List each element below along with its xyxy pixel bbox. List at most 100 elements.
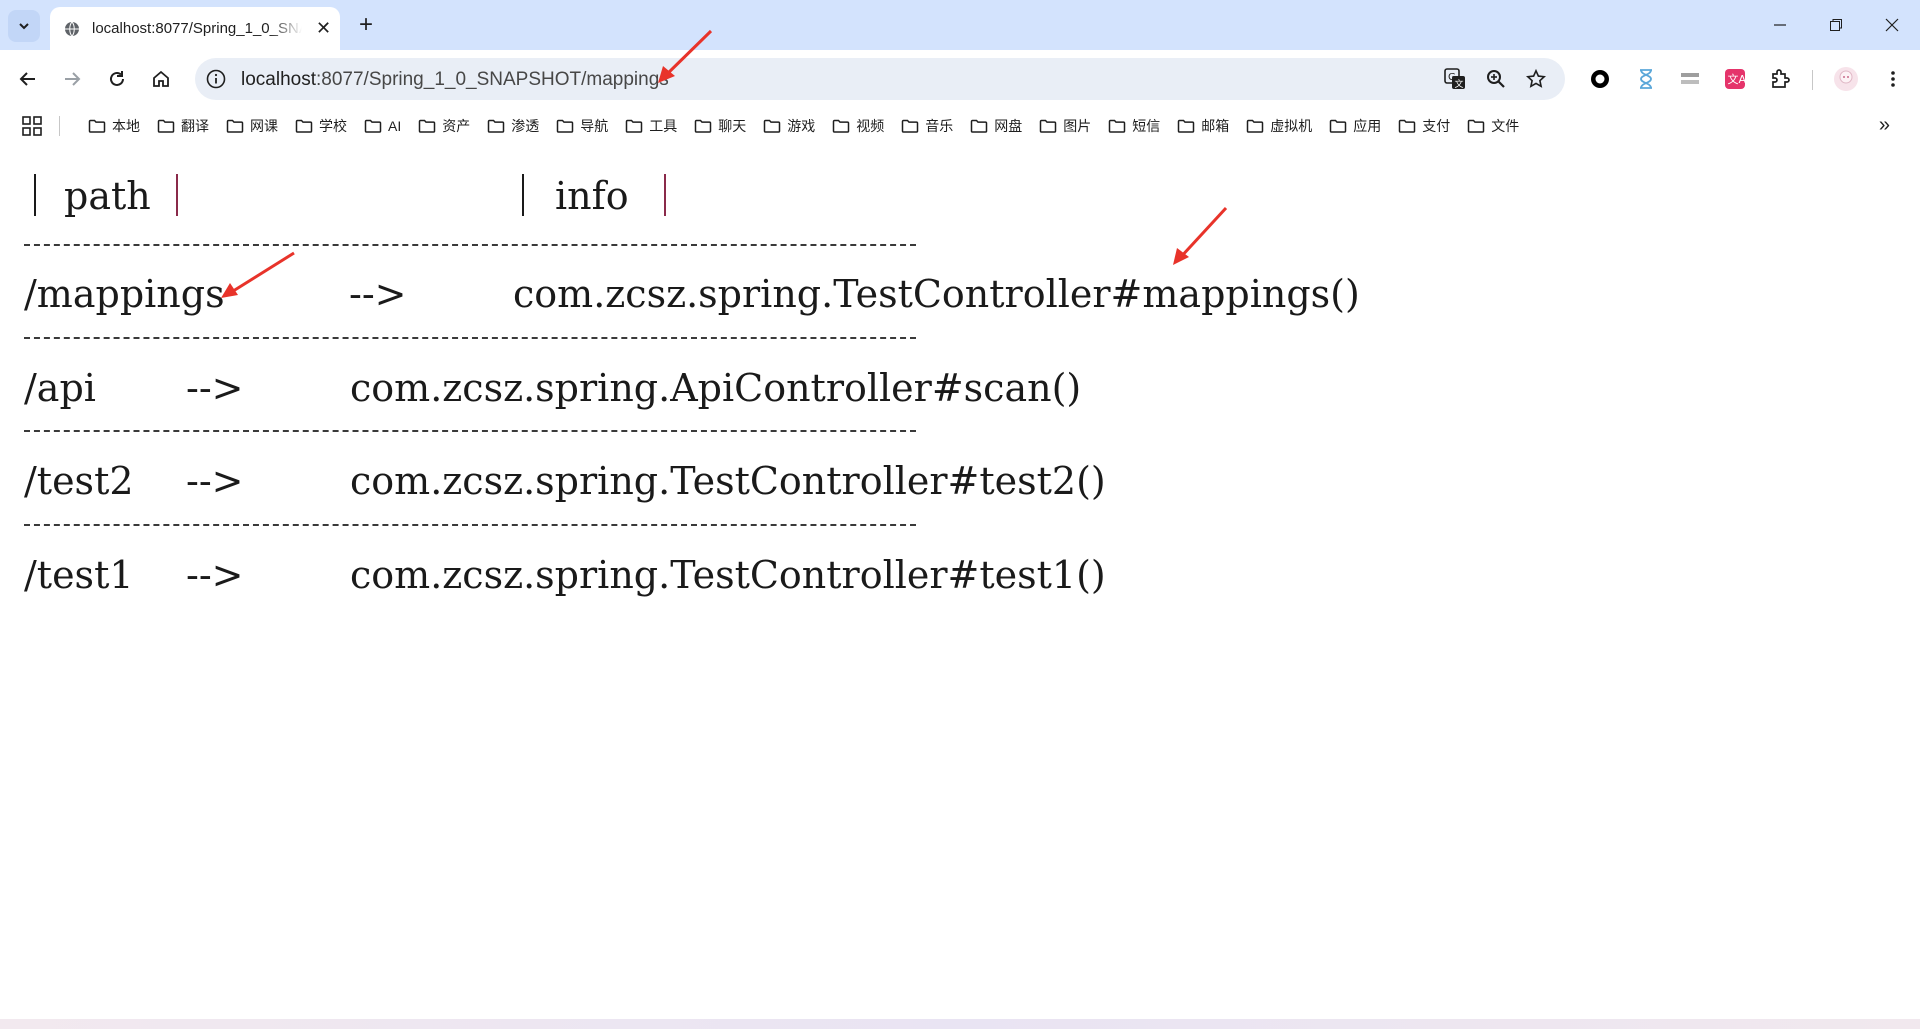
bookmark-folder[interactable]: 翻译 (149, 112, 217, 140)
reload-button[interactable] (99, 61, 135, 97)
translate-icon: G文 (1444, 68, 1465, 90)
folder-icon (901, 119, 919, 133)
folder-icon (1246, 119, 1264, 133)
bookmark-label: 短信 (1132, 118, 1161, 134)
bookmark-folder[interactable]: 虚拟机 (1238, 112, 1320, 140)
bookmark-label: 学校 (319, 118, 347, 134)
more-bookmarks-button[interactable]: » (1879, 114, 1890, 137)
taskbar-edge (0, 1019, 1920, 1029)
bookmark-folder[interactable]: 邮箱 (1169, 112, 1237, 140)
restore-button[interactable] (1808, 0, 1864, 50)
folder-icon (970, 119, 988, 133)
bookmark-folder[interactable]: AI (356, 112, 409, 140)
bookmark-label: 文件 (1491, 118, 1520, 134)
tab-strip: localhost:8077/Spring_1_0_SNAPSHOT/mappi… (0, 0, 1920, 50)
folder-icon (625, 119, 643, 133)
bookmark-star-button[interactable] (1524, 67, 1548, 91)
bookmark-folder[interactable]: 学校 (287, 112, 355, 140)
bookmark-label: 游戏 (787, 118, 816, 134)
bookmark-folder[interactable]: 支付 (1390, 112, 1458, 140)
row-path: /test2 (24, 459, 134, 503)
folder-icon (487, 119, 505, 133)
window-controls (1752, 0, 1920, 50)
profile-button[interactable] (1833, 66, 1859, 92)
bookmark-folder[interactable]: 应用 (1321, 112, 1389, 140)
bookmark-folder[interactable]: 渗透 (479, 112, 547, 140)
browser-tab[interactable]: localhost:8077/Spring_1_0_SNAPSHOT/mappi… (50, 7, 340, 50)
bookmark-label: 视频 (856, 118, 885, 134)
site-info-icon[interactable] (205, 68, 227, 90)
bookmark-folder[interactable]: 游戏 (755, 112, 823, 140)
menu-button[interactable] (1880, 66, 1906, 92)
chevron-down-icon (19, 23, 29, 30)
star-icon (1526, 69, 1546, 88)
row-path: /api (24, 366, 96, 410)
header-separator (34, 174, 36, 216)
header-info: info (555, 174, 629, 218)
svg-text:文A: 文A (1728, 72, 1747, 86)
extensions-menu-button[interactable] (1768, 66, 1794, 92)
minimize-icon (1774, 24, 1786, 26)
extension-bars-button[interactable] (1677, 66, 1703, 92)
bookmark-label: 应用 (1353, 118, 1382, 134)
folder-icon (364, 119, 382, 133)
table-row: /api --> com.zcsz.spring.ApiController#s… (24, 366, 1374, 416)
annotation-arrow-icon (1173, 206, 1228, 265)
divider-line (24, 337, 916, 339)
apps-grid-icon[interactable] (22, 116, 42, 136)
url-path: :8077/Spring_1_0_SNAPSHOT/mappings (316, 69, 669, 90)
folder-icon (1108, 119, 1126, 133)
header-separator (664, 174, 666, 216)
close-icon (1885, 18, 1899, 32)
tab-search-button[interactable] (8, 10, 40, 42)
folder-icon (1177, 119, 1195, 133)
bookmark-folder[interactable]: 音乐 (893, 112, 961, 140)
bookmark-label: 工具 (649, 118, 678, 134)
toolbar-divider (1812, 70, 1813, 90)
annotation-arrow-icon (221, 251, 295, 298)
bookmark-folder[interactable]: 工具 (617, 112, 685, 140)
home-icon (153, 70, 169, 87)
row-arrow: --> (186, 459, 244, 503)
bookmark-label: 本地 (112, 118, 140, 134)
bookmark-folder[interactable]: 文件 (1459, 112, 1527, 140)
bookmark-folder[interactable]: 资产 (410, 112, 478, 140)
bookmark-folders: 本地 翻译 网课 学校 AI 资产 渗透 导航 工具 聊天 游戏 视频 音乐 网盘 图片 短信 邮箱 虚拟机 应用 支… (80, 108, 1528, 144)
bookmark-label: 聊天 (718, 118, 747, 134)
divider-line (24, 244, 916, 246)
bookmark-folder[interactable]: 聊天 (686, 112, 754, 140)
home-button[interactable] (143, 61, 179, 97)
zoom-button[interactable] (1484, 67, 1508, 91)
close-tab-icon[interactable]: ✕ (316, 18, 331, 39)
minimize-button[interactable] (1752, 0, 1808, 50)
bookmark-folder[interactable]: 本地 (80, 112, 148, 140)
forward-arrow-icon (65, 72, 81, 86)
bars-icon (1681, 73, 1699, 84)
restore-icon (1830, 19, 1842, 31)
folder-icon (763, 119, 781, 133)
row-arrow: --> (186, 366, 244, 410)
avatar (1834, 67, 1858, 91)
extension-circle-button[interactable] (1587, 66, 1613, 92)
forward-button[interactable] (54, 61, 90, 97)
address-bar[interactable]: localhost:8077/Spring_1_0_SNAPSHOT/mappi… (195, 58, 1565, 100)
back-button[interactable] (10, 61, 46, 97)
new-tab-button[interactable]: + (352, 12, 380, 40)
bookmark-folder[interactable]: 导航 (548, 112, 616, 140)
folder-icon (418, 119, 436, 133)
bookmark-label: 邮箱 (1201, 118, 1230, 134)
folder-icon (226, 119, 244, 133)
folder-icon (157, 119, 175, 133)
url-text[interactable]: localhost:8077/Spring_1_0_SNAPSHOT/mappi… (241, 69, 669, 91)
extension-hourglass-button[interactable] (1633, 66, 1659, 92)
bookmark-folder[interactable]: 网盘 (962, 112, 1030, 140)
bookmark-folder[interactable]: 图片 (1031, 112, 1099, 140)
bookmark-folder[interactable]: 短信 (1100, 112, 1168, 140)
bookmark-folder[interactable]: 网课 (218, 112, 286, 140)
row-info: com.zcsz.spring.ApiController#scan() (350, 366, 1082, 410)
bookmark-folder[interactable]: 视频 (824, 112, 892, 140)
close-window-button[interactable] (1864, 0, 1920, 50)
folder-icon (1467, 119, 1485, 133)
translate-button[interactable]: G文 (1443, 67, 1467, 91)
extension-translator-button[interactable]: 文A (1722, 66, 1748, 92)
